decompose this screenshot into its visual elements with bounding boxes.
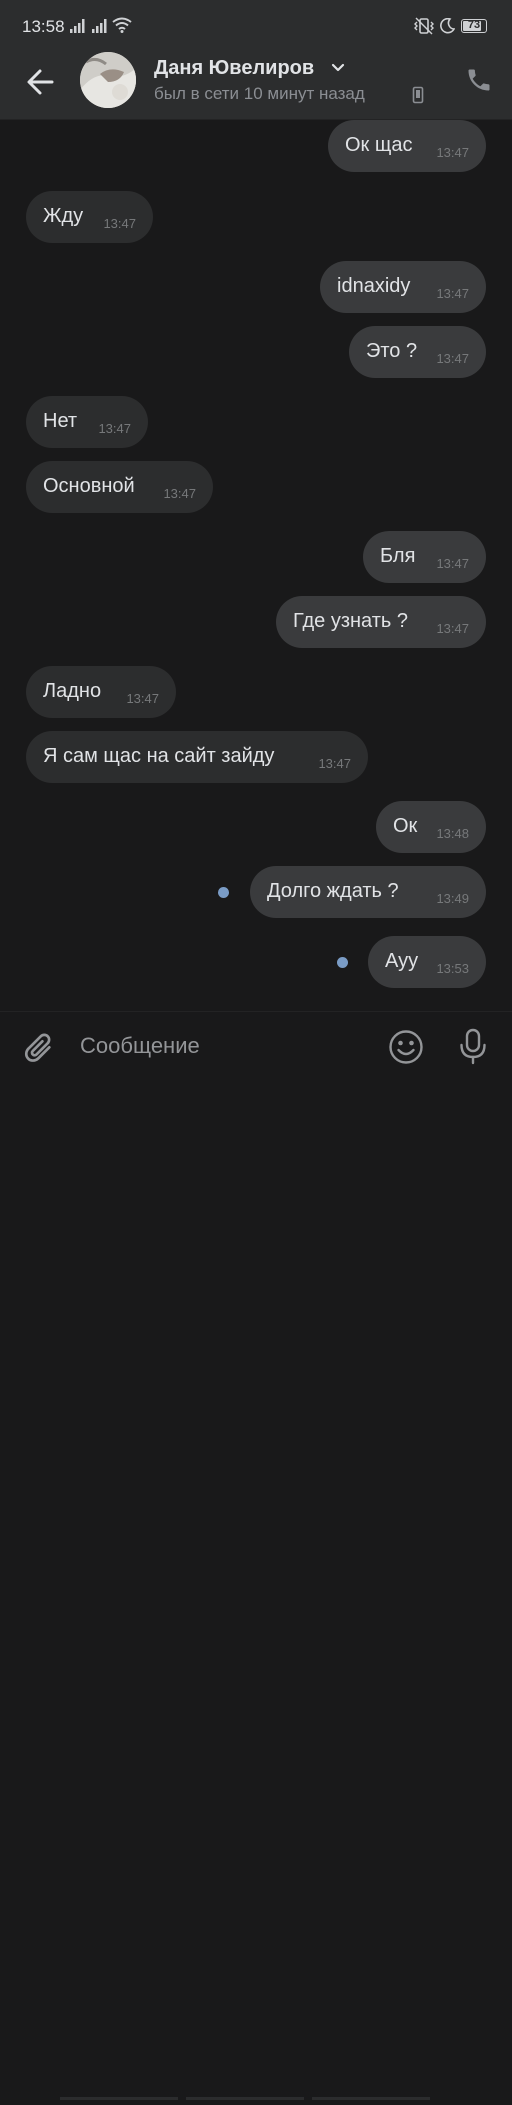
- message-bubble-incoming[interactable]: Нет 13:47: [26, 396, 148, 448]
- message-text: Ок щас: [345, 134, 413, 156]
- do-not-disturb-icon: [440, 18, 455, 34]
- message-time: 13:47: [436, 286, 469, 301]
- message-text: Нет: [43, 410, 78, 432]
- avatar-photo: [80, 52, 136, 108]
- message-time: 13:53: [436, 961, 469, 976]
- message-time: 13:47: [163, 486, 196, 501]
- message-time: 13:48: [436, 826, 469, 841]
- message-bubble-incoming[interactable]: Основной 13:47: [26, 461, 213, 513]
- system-nav-bar: [60, 2087, 452, 2100]
- message-bubble-outgoing[interactable]: idnaxidy 13:47: [320, 261, 486, 313]
- message-time: 13:49: [436, 891, 469, 906]
- avatar[interactable]: [80, 52, 136, 108]
- microphone-icon[interactable]: [458, 1028, 488, 1066]
- battery-percent: 73: [467, 19, 481, 31]
- message-time: 13:47: [98, 421, 131, 436]
- message-time: 13:47: [436, 621, 469, 636]
- message-time: 13:47: [436, 351, 469, 366]
- message-time: 13:47: [103, 216, 136, 231]
- message-text: Ауу: [385, 950, 419, 972]
- status-time: 13:58: [22, 17, 65, 36]
- message-text: Бля: [380, 545, 416, 567]
- phone-call-icon[interactable]: [465, 66, 493, 94]
- message-time: 13:47: [318, 756, 351, 771]
- chat-header: Даня Ювелиров был в сети 10 минут назад: [0, 52, 512, 120]
- message-input[interactable]: [80, 1024, 370, 1068]
- paperclip-icon[interactable]: [24, 1030, 56, 1066]
- status-bar: 13:58 73: [0, 0, 512, 52]
- message-time: 13:47: [436, 556, 469, 571]
- message-text: Я сам щас на сайт зайду: [43, 745, 275, 767]
- message-bubble-outgoing[interactable]: Это ? 13:47: [349, 326, 486, 378]
- unread-indicator: [337, 957, 348, 968]
- unread-indicator: [218, 887, 229, 898]
- message-bubble-incoming[interactable]: Жду 13:47: [26, 191, 153, 243]
- message-bubble-outgoing[interactable]: Ок 13:48: [376, 801, 486, 853]
- message-bubble-outgoing[interactable]: Бля 13:47: [363, 531, 486, 583]
- signal-icon: [92, 19, 107, 33]
- back-arrow-icon[interactable]: [22, 62, 62, 102]
- message-text: Ладно: [43, 680, 102, 702]
- message-text: Основной: [43, 475, 135, 497]
- message-bubble-outgoing[interactable]: Ауу 13:53: [368, 936, 486, 988]
- message-text: Жду: [43, 205, 84, 227]
- message-bubble-incoming[interactable]: Я сам щас на сайт зайду 13:47: [26, 731, 368, 783]
- message-time: 13:47: [436, 145, 469, 160]
- wifi-icon: [112, 17, 132, 33]
- mobile-phone-icon: [412, 86, 424, 104]
- signal-icon: [70, 19, 85, 33]
- contact-status: был в сети 10 минут назад: [154, 84, 365, 103]
- battery-icon: 73: [461, 19, 487, 33]
- message-text: Ок: [393, 815, 418, 837]
- message-composer: [0, 1011, 512, 2100]
- contact-name[interactable]: Даня Ювелиров: [154, 57, 314, 80]
- message-bubble-outgoing[interactable]: Где узнать ? 13:47: [276, 596, 486, 648]
- emoji-icon[interactable]: [388, 1029, 424, 1065]
- message-text: Долго ждать ?: [267, 880, 399, 902]
- message-bubble-outgoing[interactable]: Долго ждать ? 13:49: [250, 866, 486, 918]
- chevron-down-icon[interactable]: [330, 62, 346, 74]
- vibrate-icon: [414, 17, 434, 35]
- message-text: Это ?: [366, 340, 418, 362]
- message-bubble-outgoing[interactable]: Ок щас 13:47: [328, 120, 486, 172]
- message-time: 13:47: [126, 691, 159, 706]
- message-text: Где узнать ?: [293, 610, 408, 632]
- message-bubble-incoming[interactable]: Ладно 13:47: [26, 666, 176, 718]
- message-text: idnaxidy: [337, 275, 411, 297]
